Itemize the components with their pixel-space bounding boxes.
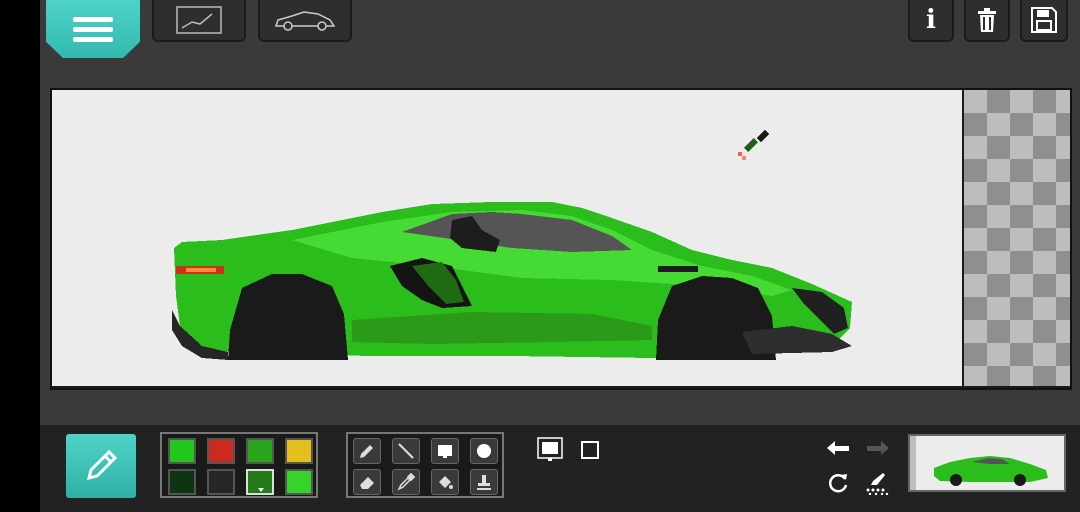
tool-palette bbox=[346, 432, 504, 498]
color-swatch-selected[interactable] bbox=[246, 469, 274, 495]
save-disk-icon bbox=[1031, 7, 1057, 33]
pencil-tool-icon bbox=[360, 445, 373, 458]
menu-icon bbox=[73, 12, 113, 47]
paint-bucket-icon bbox=[439, 476, 453, 489]
color-swatch-3[interactable] bbox=[246, 438, 274, 464]
color-swatch-2[interactable] bbox=[207, 438, 235, 464]
reload-button[interactable] bbox=[824, 471, 852, 495]
menu-button[interactable] bbox=[46, 0, 140, 58]
filled-rectangle-icon bbox=[438, 445, 452, 458]
car-outline-icon bbox=[274, 11, 336, 31]
line-view-button[interactable] bbox=[152, 0, 246, 42]
info-button[interactable]: i bbox=[908, 0, 954, 42]
redo-button[interactable] bbox=[864, 437, 892, 461]
circle-tool[interactable] bbox=[470, 438, 498, 464]
eyedropper-icon bbox=[397, 473, 415, 491]
left-edge-strip bbox=[0, 0, 40, 512]
current-tool-button[interactable] bbox=[66, 434, 136, 498]
canvas-preview-thumbnail[interactable] bbox=[908, 434, 1066, 492]
color-swatch-5[interactable] bbox=[168, 469, 196, 495]
brush-settings-icon bbox=[866, 473, 889, 495]
brush-settings-button[interactable] bbox=[864, 471, 892, 495]
color-swatch-6[interactable] bbox=[207, 469, 235, 495]
pencil-icon bbox=[86, 449, 118, 481]
pencil-tool[interactable] bbox=[353, 438, 381, 464]
car-pixel-art bbox=[172, 129, 852, 360]
car-thumbnail-image bbox=[910, 436, 1048, 490]
eraser-icon bbox=[360, 477, 374, 489]
line-chart-icon bbox=[176, 6, 222, 34]
selected-marker-icon bbox=[258, 488, 264, 492]
info-icon: i bbox=[926, 5, 936, 35]
filled-circle-icon bbox=[477, 444, 491, 458]
stamp-tool[interactable] bbox=[470, 469, 498, 495]
undo-icon bbox=[827, 441, 849, 455]
color-swatch-4[interactable] bbox=[285, 438, 313, 464]
delete-button[interactable] bbox=[964, 0, 1010, 42]
save-button[interactable] bbox=[1020, 0, 1068, 42]
transparent-area bbox=[964, 90, 1070, 386]
car-view-button[interactable] bbox=[258, 0, 352, 42]
redo-icon bbox=[867, 441, 889, 455]
filled-shape-option[interactable] bbox=[537, 437, 563, 463]
outline-square-icon bbox=[581, 441, 599, 459]
trash-icon bbox=[978, 8, 996, 32]
line-tool[interactable] bbox=[392, 438, 420, 464]
stamp-icon bbox=[477, 475, 491, 490]
bucket-tool[interactable] bbox=[431, 469, 459, 495]
refresh-icon bbox=[828, 474, 848, 493]
eyedropper-tool[interactable] bbox=[392, 469, 420, 495]
undo-button[interactable] bbox=[824, 437, 852, 461]
color-palette bbox=[160, 432, 318, 498]
eraser-tool[interactable] bbox=[353, 469, 381, 495]
color-swatch-1[interactable] bbox=[168, 438, 196, 464]
fill-rect-tool[interactable] bbox=[431, 438, 459, 464]
color-swatch-8[interactable] bbox=[285, 469, 313, 495]
line-tool-icon bbox=[398, 443, 414, 459]
drawing-canvas[interactable] bbox=[52, 90, 962, 386]
filled-shape-icon bbox=[537, 437, 563, 461]
outline-shape-option[interactable] bbox=[577, 437, 603, 463]
